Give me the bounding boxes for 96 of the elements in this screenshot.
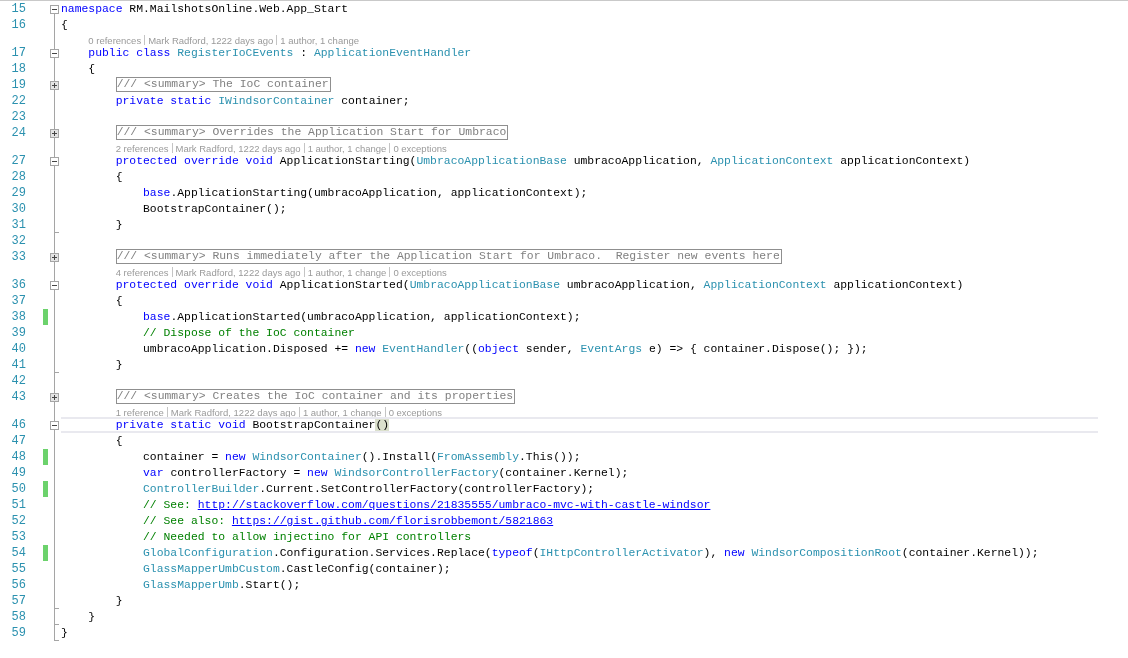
collapsed-comment[interactable]: /// <summary> Creates the IoC container and its properties [115,389,516,404]
code-line: protected override void ApplicationStarting(UmbracoApplicationBase umbracoApplication, ApplicationContext applicationContext) [115,155,971,167]
line-number: 58 [11,610,26,624]
codelens-link[interactable]: 1 reference [115,407,164,418]
code-line: var controllerFactory = new WindsorControllerFactory(container.Kernel); [143,467,629,479]
line-number: 49 [11,466,26,480]
line-number: 30 [11,202,26,216]
expand-icon[interactable] [50,252,59,262]
code-line: base.ApplicationStarted(umbracoApplication, applicationContext); [143,311,581,323]
code-line: // See also: https://gist.github.com/florisrobbemont/5821863 [143,515,554,527]
code-line: BootstrapContainer(); [143,203,287,215]
code-line: private static void BootstrapContainer() [115,419,390,431]
code-line: GlobalConfiguration.Configuration.Services.Replace(typeof(IHttpControllerActivator), new WindsorCompositionRoot(container.Kernel)); [143,547,1039,559]
line-number: 40 [11,342,26,356]
collapse-icon[interactable] [50,420,59,430]
expand-icon[interactable] [50,128,59,138]
code-line: GlassMapperUmbCustom.CastleConfig(container); [143,563,451,575]
line-number: 48 [11,450,26,464]
line-number: 50 [11,482,26,496]
collapsed-comment[interactable]: /// <summary> Overrides the Application Start for Umbraco [115,125,509,140]
code-line: ControllerBuilder.Current.SetControllerFactory(controllerFactory); [143,483,595,495]
code-line: // Needed to allow injectino for API controllers [143,531,472,543]
line-number: 22 [11,94,26,108]
line-number: 47 [11,434,26,448]
code-line: { [115,295,123,307]
line-number: 17 [11,46,26,60]
collapsed-comment[interactable]: /// <summary> Runs immediately after the Application Start for Umbraco. Register new events here [115,249,782,264]
line-number: 18 [11,62,26,76]
codelens-link[interactable]: Mark Radford, 1222 days ago [175,267,301,278]
codelens-link[interactable]: 2 references [115,143,169,154]
line-number: 27 [11,154,26,168]
codelens-link[interactable]: 0 exceptions [388,407,442,418]
code-line: namespace RM.MailshotsOnline.Web.App_Start [61,3,349,15]
code-line: } [115,595,123,607]
codelens-link[interactable]: 1 author, 1 change [307,267,387,278]
line-number: 32 [11,234,26,248]
code-line: private static IWindsorContainer container; [115,95,410,107]
line-number: 52 [11,514,26,528]
line-number: 37 [11,294,26,308]
code-line: public class RegisterIoCEvents : ApplicationEventHandler [88,47,472,59]
codelens-link[interactable]: 0 references [88,35,142,46]
link[interactable]: https://gist.github.com/florisrobbemont/5821863 [231,515,554,527]
line-number: 43 [11,390,26,404]
line-number: 46 [11,418,26,432]
code-line: } [115,359,123,371]
code-line: { [88,63,96,75]
line-number: 59 [11,626,26,640]
code-line: base.ApplicationStarting(umbracoApplication, applicationContext); [143,187,588,199]
code-line: // Dispose of the IoC container [143,327,355,339]
line-number: 24 [11,126,26,140]
collapse-icon[interactable] [50,280,59,290]
codelens-link[interactable]: Mark Radford, 1222 days ago [148,35,274,46]
line-number: 19 [11,78,26,92]
codelens-link[interactable]: 0 exceptions [393,267,447,278]
collapse-icon[interactable] [50,156,59,166]
collapsed-comment[interactable]: /// <summary> The IoC container [115,77,331,92]
code-line: // See: http://stackoverflow.com/questions/21835555/umbraco-mvc-with-castle-windsor [143,499,711,511]
code-line: container = new WindsorContainer().Install(FromAssembly.This()); [143,451,581,463]
line-number: 29 [11,186,26,200]
code-line: { [115,435,123,447]
line-number: 55 [11,562,26,576]
line-number: 57 [11,594,26,608]
link[interactable]: http://stackoverflow.com/questions/21835555/umbraco-mvc-with-castle-windsor [197,499,711,511]
collapse-icon[interactable] [50,4,59,14]
line-number: 28 [11,170,26,184]
code-line: } [61,627,68,639]
collapse-icon[interactable] [50,48,59,58]
code-line: { [61,19,68,31]
line-number: 23 [11,110,26,124]
codelens-link[interactable]: 4 references [115,267,169,278]
line-number: 31 [11,218,26,232]
codelens-link[interactable]: 0 exceptions [393,143,447,154]
line-number: 38 [11,310,26,324]
line-number: 36 [11,278,26,292]
expand-icon[interactable] [50,392,59,402]
code-line: protected override void ApplicationStarted(UmbracoApplicationBase umbracoApplication, ApplicationContext applicationContext) [115,279,964,291]
code-line: { [115,171,123,183]
codelens-link[interactable]: 1 author, 1 change [280,35,360,46]
expand-icon[interactable] [50,80,59,90]
codelens-link[interactable]: 1 author, 1 change [307,143,387,154]
line-number: 51 [11,498,26,512]
code-line: GlassMapperUmb.Start(); [143,579,301,591]
line-number: 15 [11,2,26,16]
line-number: 53 [11,530,26,544]
line-number: 39 [11,326,26,340]
line-number: 56 [11,578,26,592]
codelens-link[interactable]: 1 author, 1 change [302,407,382,418]
code-line: umbracoApplication.Disposed += new EventHandler((object sender, EventArgs e) => { container.Dispose(); }); [143,343,868,355]
line-number: 16 [11,18,26,32]
line-number: 33 [11,250,26,264]
line-number: 41 [11,358,26,372]
code-line: } [88,611,96,623]
codelens-link[interactable]: Mark Radford, 1222 days ago [175,143,301,154]
line-number: 42 [11,374,26,388]
line-number: 54 [11,546,26,560]
code-line: } [115,219,123,231]
